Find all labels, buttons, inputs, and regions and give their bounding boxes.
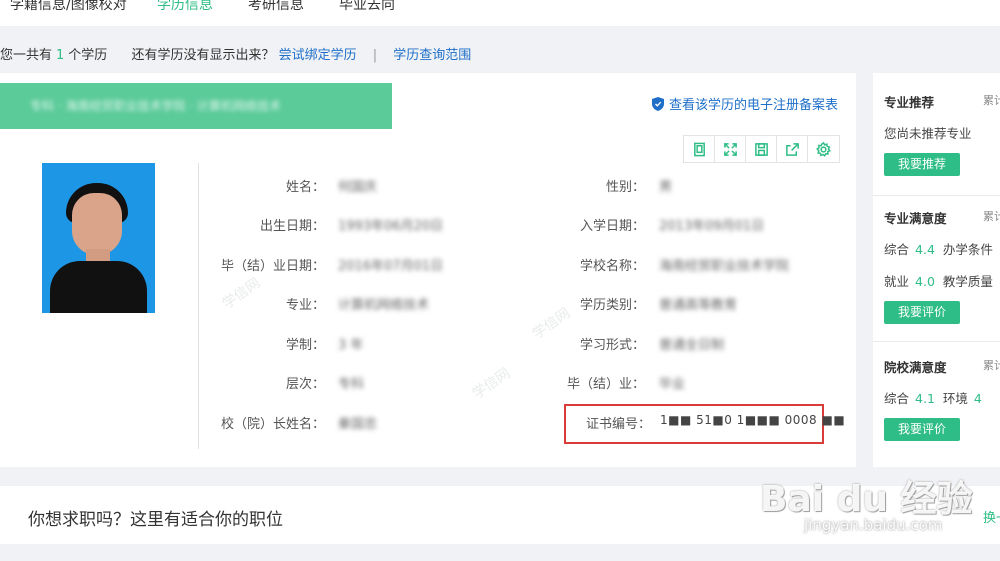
fullscreen-icon[interactable] <box>715 136 746 162</box>
baidu-jingyan-watermark: Bai du 经验 jingyan.baidu.com <box>760 452 990 542</box>
baidu-url: jingyan.baidu.com <box>804 516 943 534</box>
share-icon[interactable] <box>777 136 808 162</box>
settings-icon[interactable] <box>808 136 839 162</box>
summary-suffix: 个学历 <box>68 48 108 63</box>
school-satisfaction-title: 院校满意度 <box>884 360 947 375</box>
rate-school-button[interactable]: 我要评价 <box>884 418 960 441</box>
divider <box>873 195 1000 196</box>
summary-separator: | <box>372 48 378 63</box>
recommend-button[interactable]: 我要推荐 <box>884 153 960 176</box>
shield-icon <box>651 96 664 111</box>
no-recommend-text: 您尚未推荐专业 <box>884 126 972 141</box>
accumulated-label: 累计 <box>983 359 1000 372</box>
accumulated-label: 累计 <box>983 94 1000 107</box>
record-banner: 专科 · 海南经贸职业技术学院 · 计算机网络技术 <box>0 83 392 129</box>
major-recommend-title: 专业推荐 <box>884 95 935 110</box>
registration-link-text: 查看该学历的电子注册备案表 <box>668 98 838 113</box>
baidu-logo: Bai du 经验 <box>760 479 973 520</box>
student-photo <box>42 163 155 313</box>
accumulated-label: 累计 <box>983 210 1000 223</box>
query-range-link[interactable]: 学历查询范围 <box>393 48 471 63</box>
tab-graduation-destination[interactable]: 毕业去向 <box>339 0 395 14</box>
education-summary: 您一共有 1 个学历 还有学历没有显示出来？ 尝试绑定学历 | 学历查询范围 <box>0 44 471 63</box>
top-nav: 学籍信息/图像校对 学历信息 考研信息 毕业去向 <box>0 0 1000 26</box>
certificate-number: 1■■ 51■0 1■■■ 0008 ■■ <box>660 413 846 427</box>
satisfaction-sidebar: 专业推荐 累计 您尚未推荐专业 我要推荐 专业满意度 累计 综合 4.4 办学条件 … <box>873 73 1000 467</box>
summary-prefix: 您一共有 <box>0 48 53 63</box>
job-suggestion-title: 你想求职吗？这里有适合你的职位 <box>28 510 283 530</box>
registration-form-link[interactable]: 查看该学历的电子注册备案表 <box>651 94 838 113</box>
bind-education-link[interactable]: 尝试绑定学历 <box>279 48 357 63</box>
tab-student-status[interactable]: 学籍信息/图像校对 <box>10 0 127 14</box>
missing-question: 还有学历没有显示出来？ <box>131 48 275 63</box>
document-icon[interactable] <box>684 136 715 162</box>
satisfaction-row: 综合 4.1 环境 4 <box>884 391 982 406</box>
major-satisfaction-title: 专业满意度 <box>884 211 947 226</box>
satisfaction-row: 就业 4.0 教学质量 <box>884 274 993 289</box>
tab-education[interactable]: 学历信息 <box>157 0 213 14</box>
education-count: 1 <box>56 48 65 63</box>
satisfaction-row: 综合 4.4 办学条件 <box>884 242 993 257</box>
rate-major-button[interactable]: 我要评价 <box>884 301 960 324</box>
tab-postgraduate[interactable]: 考研信息 <box>248 0 304 14</box>
banner-text: 专科 · 海南经贸职业技术学院 · 计算机网络技术 <box>30 99 281 113</box>
record-toolbar <box>683 135 840 163</box>
divider <box>873 341 1000 342</box>
education-record-card: 专科 · 海南经贸职业技术学院 · 计算机网络技术 查看该学历的电子注册备案表 … <box>0 73 856 467</box>
save-icon[interactable] <box>746 136 777 162</box>
certificate-label: 证书编号： <box>586 417 652 432</box>
watermark: 学信网 <box>469 365 514 403</box>
